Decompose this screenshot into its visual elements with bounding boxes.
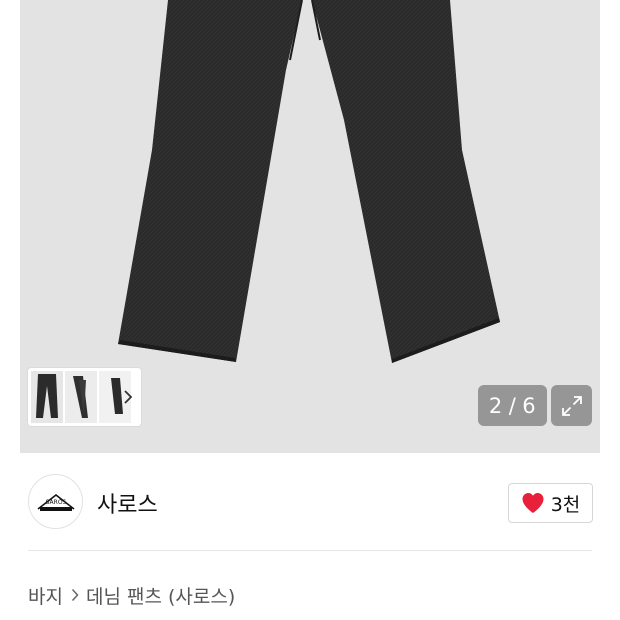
brand-row: SAROS 사로스 3천 (28, 474, 593, 529)
counter-total: 6 (522, 393, 537, 418)
chevron-right-icon (71, 588, 79, 602)
like-button[interactable]: 3천 (508, 483, 593, 523)
brand-name[interactable]: 사로스 (97, 487, 158, 519)
like-count: 3천 (550, 493, 581, 516)
counter-current: 2 (488, 393, 503, 418)
heart-icon (522, 493, 544, 513)
image-counter: 2 / 6 (478, 385, 547, 426)
svg-text:SAROS: SAROS (45, 499, 66, 506)
breadcrumb: 바지 데님 팬츠 (사로스) (28, 581, 235, 609)
breadcrumb-product[interactable]: 데님 팬츠 (사로스) (86, 582, 235, 609)
breadcrumb-category[interactable]: 바지 (28, 582, 63, 609)
brand-logo[interactable]: SAROS (28, 474, 83, 529)
counter-separator: / (508, 393, 517, 418)
chevron-right-icon[interactable] (118, 383, 138, 411)
product-gallery[interactable]: 2 / 6 (0, 0, 620, 453)
expand-icon (561, 395, 582, 416)
section-divider (28, 550, 592, 551)
expand-button[interactable] (551, 385, 592, 426)
